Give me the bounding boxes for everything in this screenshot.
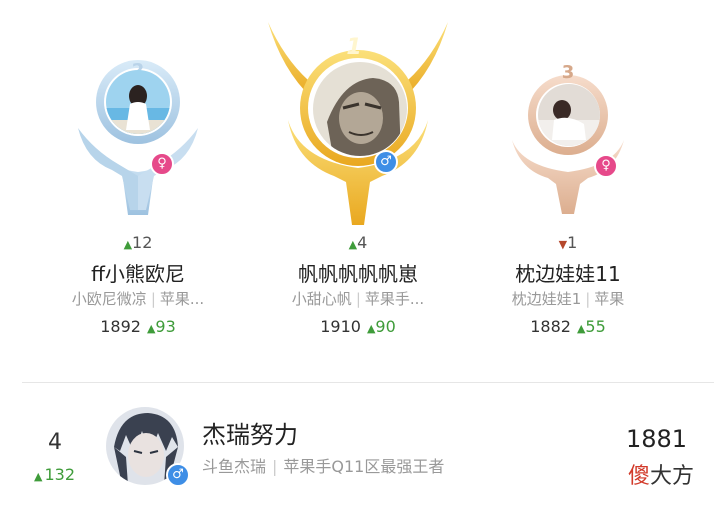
player-server: 苹果 <box>594 290 625 308</box>
rank-change-value: 4 <box>357 233 368 252</box>
player-subline: 小甜心帆 | 苹果手... <box>248 288 468 309</box>
player-server: 苹果手... <box>364 290 425 308</box>
female-icon: ♀ <box>150 152 174 176</box>
divider: | <box>150 290 156 308</box>
watermark: 傻大方 <box>628 458 694 490</box>
player-name[interactable]: ff小熊欧尼 <box>28 258 248 287</box>
rank-number: 4 <box>48 430 62 455</box>
player-alias: 小甜心帆 <box>291 290 352 308</box>
score-line: 1910 ▲90 <box>258 317 458 336</box>
rank-change-value: 132 <box>44 465 76 484</box>
score-delta: 93 <box>155 317 176 336</box>
divider: | <box>355 290 361 308</box>
up-arrow-icon: ▲ <box>34 470 43 483</box>
podium-rank-2[interactable]: 2 ♀ ▲12 ff小熊欧尼 小欧尼微凉|苹果... 1892▲93 <box>38 0 238 345</box>
player-server: 苹果手Q11区最强王者 <box>283 457 445 476</box>
list-item[interactable]: 4 ▲ 132 ♂ 杰瑞努力 斗鱼杰瑞 | 苹果手Q11区最强王者 1881 傻大方 <box>0 395 719 495</box>
rank-change: ▲4 <box>258 233 458 252</box>
player-name[interactable]: 杰瑞努力 <box>202 415 298 450</box>
avatar[interactable] <box>538 84 600 146</box>
rank-change: ▲12 <box>38 233 238 252</box>
male-icon: ♂ <box>166 463 190 487</box>
score-line: 1882 ▲55 <box>468 317 668 336</box>
player-subline: 枕边娃娃1 | 苹果 <box>458 288 678 309</box>
podium-rank-3[interactable]: 3 ♀ ▼1 枕边娃娃11 枕边娃娃1 | 苹果 1882 ▲55 <box>468 0 668 345</box>
player-alias: 小欧尼微凉 <box>71 290 147 308</box>
avatar[interactable] <box>106 70 170 134</box>
rank-change: ▼1 <box>468 233 668 252</box>
watermark-red-text: 傻 <box>628 464 651 489</box>
male-icon: ♂ <box>374 150 398 174</box>
section-divider <box>22 382 714 383</box>
score-delta: 55 <box>585 317 606 336</box>
up-arrow-icon: ▲ <box>348 238 358 251</box>
player-alias: 斗鱼杰瑞 <box>202 457 267 476</box>
score-line: 1892 ▲93 <box>38 317 238 336</box>
player-alias: 枕边娃娃1 <box>511 290 582 308</box>
player-server: 苹果... <box>159 290 205 308</box>
player-name[interactable]: 枕边娃娃11 <box>458 258 678 287</box>
player-name[interactable]: 帆帆帆帆帆崽 <box>248 258 468 287</box>
watermark-text: 大方 <box>650 464 695 489</box>
divider: | <box>272 457 278 476</box>
score: 1910 <box>320 317 361 336</box>
female-icon: ♀ <box>594 154 618 178</box>
svg-text:3: 3 <box>562 62 575 83</box>
player-subline: 小欧尼微凉 | 苹果... <box>28 288 248 309</box>
rank-change-value: 1 <box>567 233 578 252</box>
score-delta: 90 <box>375 317 396 336</box>
divider: | <box>585 290 591 308</box>
score: 1882 <box>530 317 571 336</box>
player-subline: 斗鱼杰瑞 | 苹果手Q11区最强王者 <box>202 453 444 477</box>
up-arrow-icon: ▲ <box>123 238 133 251</box>
rank-change: ▲ 132 <box>34 465 75 484</box>
avatar[interactable] <box>313 62 407 156</box>
score: 1892 <box>100 317 141 336</box>
down-arrow-icon: ▼ <box>558 238 568 251</box>
svg-text:1: 1 <box>346 35 361 60</box>
podium-rank-1[interactable]: 1 ♂ ▲4 帆帆帆帆帆崽 小甜心帆 | 苹果手... 1910 ▲90 <box>258 0 458 345</box>
rank-change-value: 12 <box>132 233 153 252</box>
score: 1881 <box>626 425 688 453</box>
